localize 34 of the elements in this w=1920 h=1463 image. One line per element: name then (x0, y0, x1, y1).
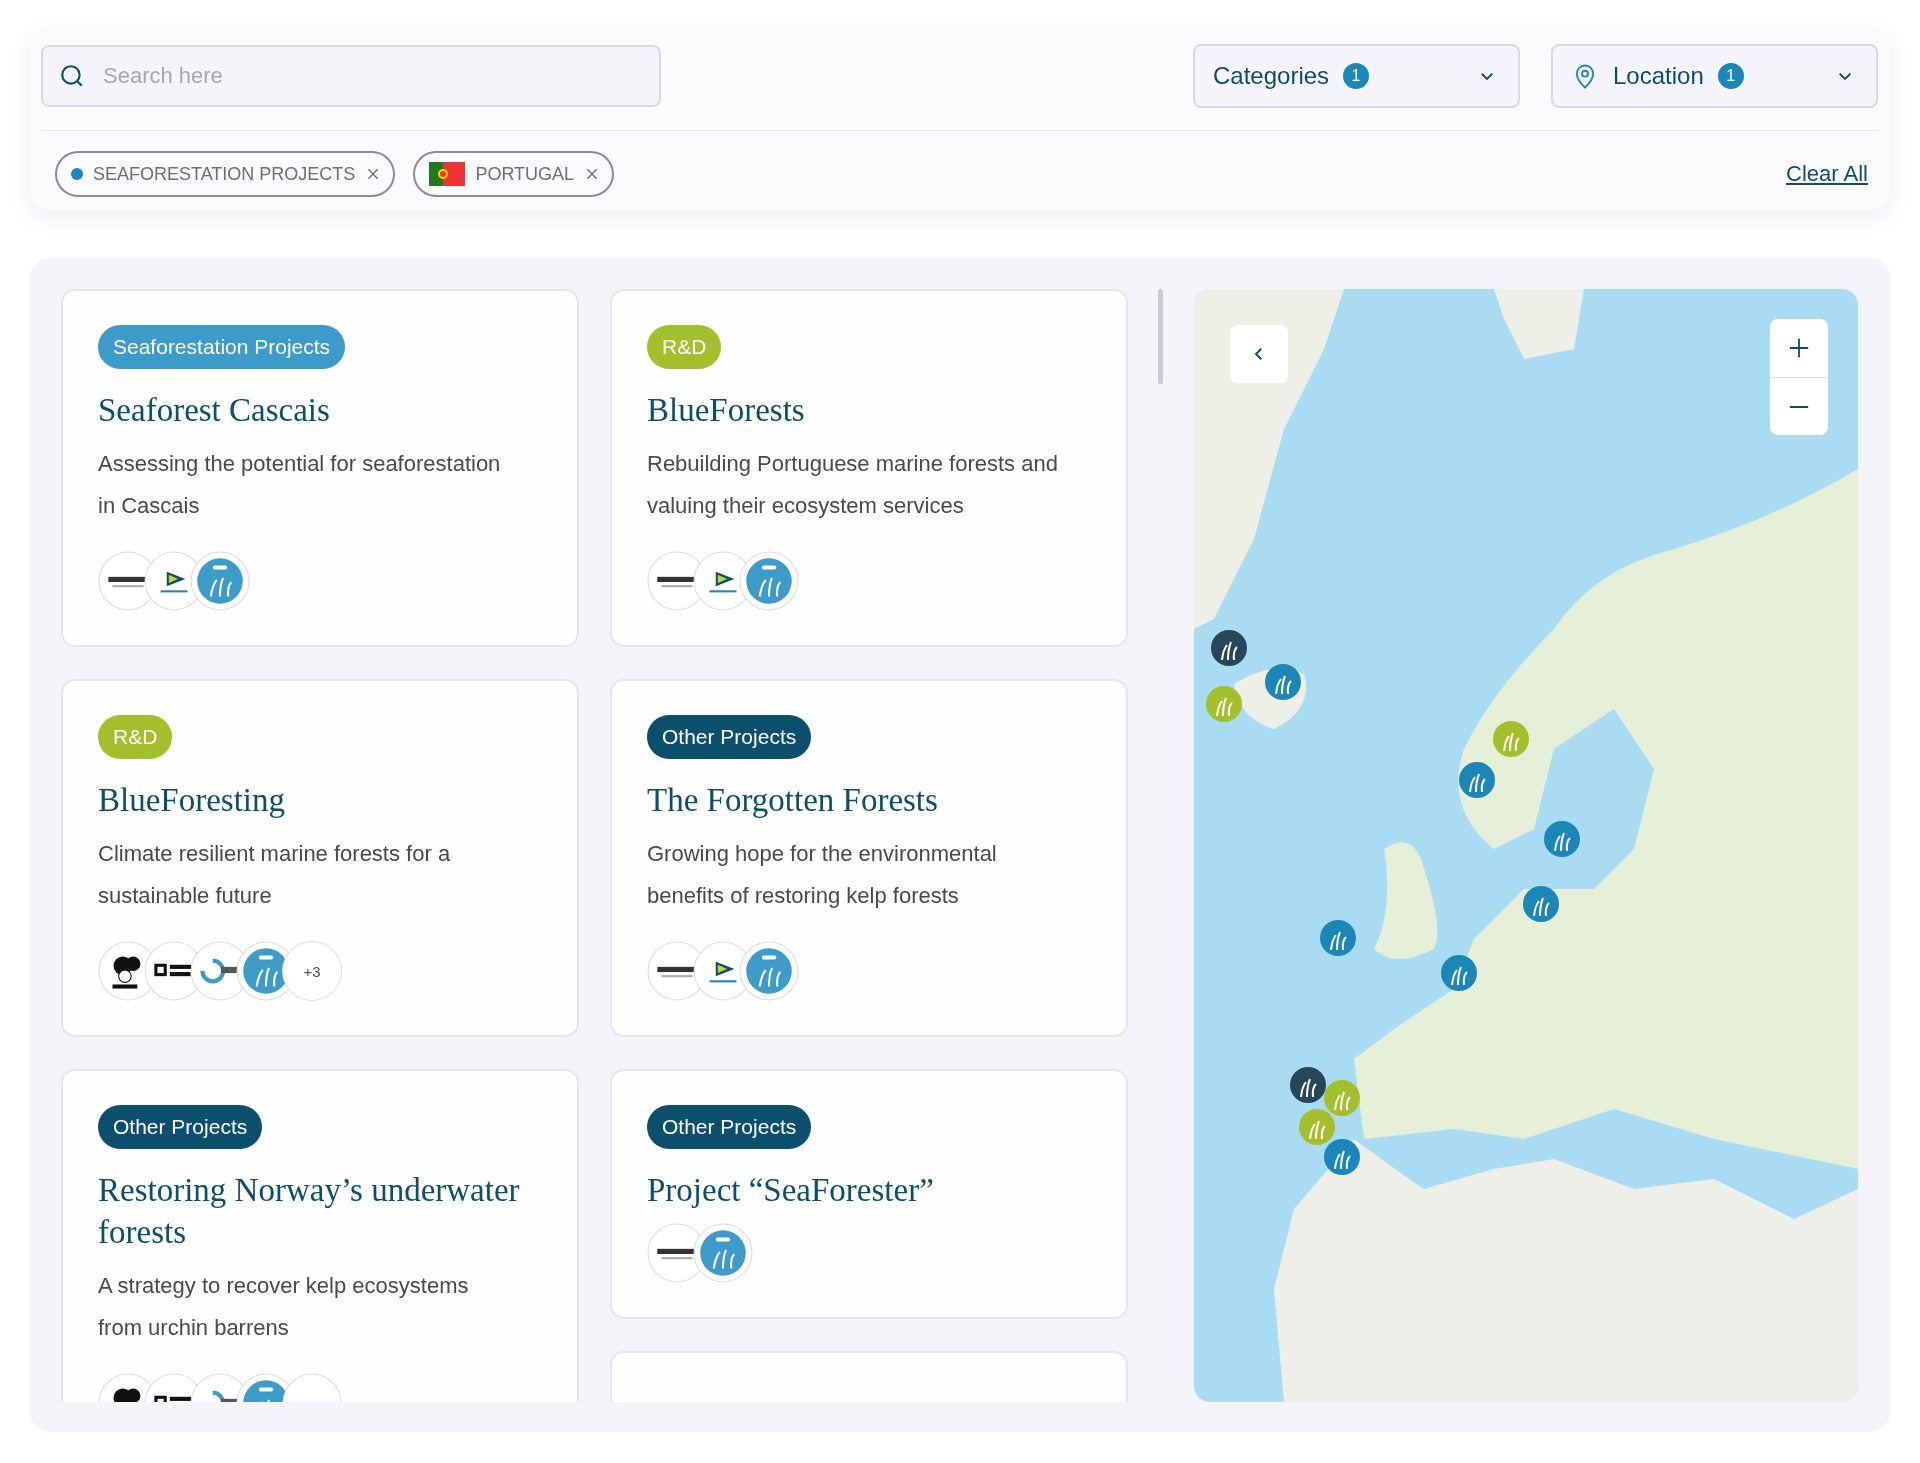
project-title[interactable]: BlueForesting (98, 779, 541, 821)
category-tag: R&D (647, 325, 722, 369)
category-tag: Other Projects (647, 715, 812, 759)
more-partners-count: +3 (282, 941, 342, 1001)
count-badge: 1 (1343, 63, 1370, 89)
chip-label: PORTUGAL (475, 163, 575, 185)
categories-dropdown[interactable]: Categories 1 (1193, 44, 1520, 108)
project-description: Assessing the potential for seaforestation in Cascais (98, 450, 502, 520)
project-card[interactable]: Seaforestation Projects Seaforest Cascais Assessing the potential for seaforestation in Cascais (61, 289, 579, 647)
project-card[interactable]: Other Projects Project “SeaForester” (610, 1069, 1128, 1319)
project-card[interactable]: Other Projects The Forgotten Forests Growing hope for the environmental benefits of restoring kelp forests (610, 679, 1128, 1037)
category-tag: Other Projects (647, 1105, 812, 1149)
project-description: Rebuilding Portuguese marine forests and valuing their ecosystem services (647, 450, 1059, 520)
count-badge: 1 (1717, 63, 1744, 89)
filter-chip[interactable]: SEAFORESTATION PROJECTS (55, 151, 396, 197)
project-title[interactable]: Restoring Norway’s underwater forests (98, 1169, 541, 1253)
chip-label: SEAFORESTATION PROJECTS (93, 163, 356, 185)
project-title[interactable]: BlueForests (647, 389, 1090, 431)
project-card[interactable]: R&D BlueForesting Climate resilient marine forests for a sustainable future +3 (61, 679, 579, 1037)
project-description: Climate resilient marine forests for a sustainable future (98, 840, 452, 910)
filter-chip[interactable]: PORTUGAL (413, 151, 615, 197)
project-card[interactable]: R&D BlueForests Rebuilding Portuguese marine forests and valuing their ecosystem services (610, 289, 1128, 647)
project-card[interactable]: Other Projects Restoring Norway’s underwater forests A strategy to recover kelp ecosystems from urchin barrens (61, 1069, 579, 1402)
project-description: A strategy to recover kelp ecosystems from urchin barrens (98, 1272, 470, 1342)
category-tag: Seaforestation Projects (98, 325, 346, 369)
location-dropdown[interactable]: Location 1 (1551, 44, 1878, 108)
search-field[interactable]: Search here (41, 45, 661, 107)
project-title[interactable]: Seaforest Cascais (98, 389, 541, 431)
category-tag: Other Projects (98, 1105, 263, 1149)
category-tag: R&D (98, 715, 173, 759)
project-title[interactable]: The Forgotten Forests (647, 779, 1090, 821)
clear-all-link[interactable]: Clear All (1786, 161, 1868, 187)
project-title[interactable]: Project “SeaForester” (647, 1169, 1090, 1211)
project-description: Growing hope for the environmental benefits of restoring kelp forests (647, 840, 998, 910)
